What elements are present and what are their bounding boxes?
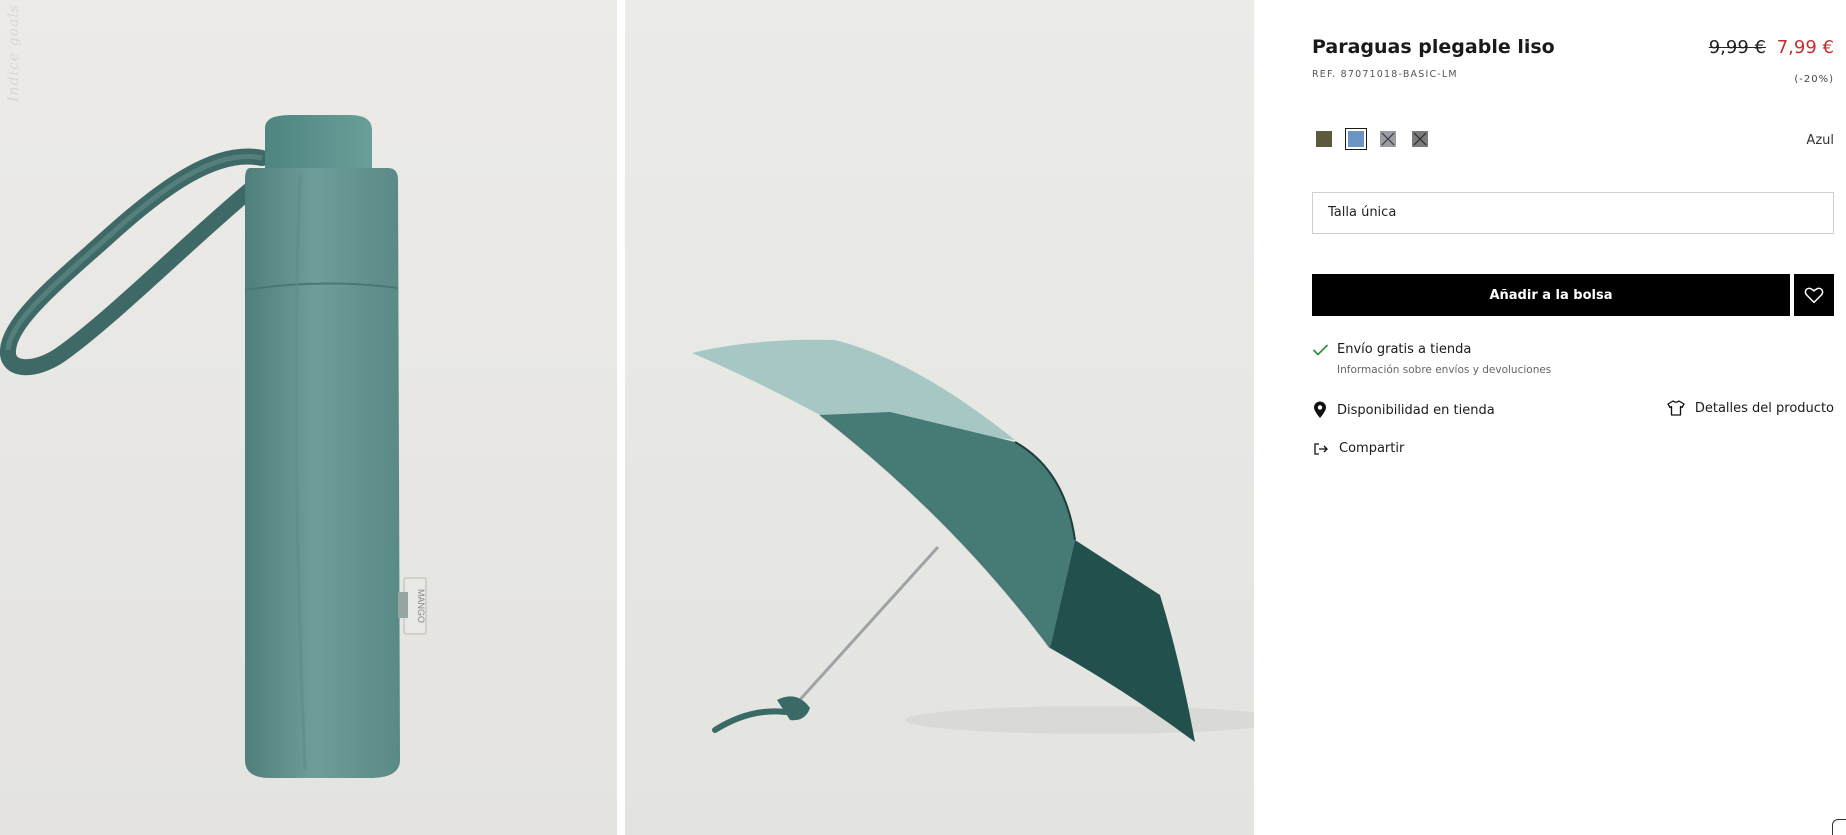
color-swatches [1313, 128, 1431, 150]
color-swatch-darkgrey-unavailable[interactable] [1409, 128, 1431, 150]
check-icon [1312, 343, 1329, 356]
product-details-label: Detalles del producto [1694, 400, 1834, 416]
product-reference: REF. 87071018-BASIC-LM [1312, 69, 1458, 80]
unavailable-cross-icon [1413, 132, 1427, 146]
product-details-link[interactable]: Detalles del producto [1667, 400, 1834, 416]
store-availability-link[interactable]: Disponibilidad en tienda [1313, 401, 1495, 419]
color-swatch-blue[interactable] [1345, 128, 1367, 150]
original-price: 9,99 € [1708, 37, 1766, 58]
store-availability-label: Disponibilidad en tienda [1337, 402, 1495, 418]
shipping-returns-link[interactable]: Información sobre envíos y devoluciones [1337, 364, 1551, 376]
share-icon [1314, 442, 1328, 455]
color-swatch-olive[interactable] [1313, 128, 1335, 150]
free-shipping-text: Envío gratis a tienda [1337, 342, 1472, 357]
wishlist-button[interactable] [1794, 274, 1834, 316]
sale-price: 7,99 € [1776, 37, 1834, 58]
open-umbrella-illustration [692, 339, 1254, 742]
chat-widget-icon[interactable] [1832, 819, 1846, 835]
share-label: Compartir [1339, 441, 1405, 456]
color-swatch-grey-unavailable[interactable] [1377, 128, 1399, 150]
selected-color-name: Azul [1806, 133, 1834, 148]
heart-icon [1804, 287, 1824, 304]
share-link[interactable]: Compartir [1313, 441, 1404, 456]
image-tag-text: MANGO [416, 589, 426, 623]
product-image-folded[interactable]: Indice goals MANGO [0, 0, 617, 835]
product-image-open[interactable] [625, 0, 1254, 835]
product-title: Paraguas plegable liso [1312, 36, 1555, 58]
discount-badge: (-20%) [1794, 74, 1834, 85]
product-info-panel: Paraguas plegable liso REF. 87071018-BAS… [1312, 0, 1834, 835]
folded-umbrella-illustration: MANGO [0, 115, 427, 778]
size-selector[interactable]: Talla única [1312, 192, 1834, 234]
location-pin-icon [1314, 401, 1326, 418]
add-to-bag-button[interactable]: Añadir a la bolsa [1312, 274, 1790, 316]
shipping-info: Envío gratis a tienda [1312, 342, 1471, 357]
tshirt-icon [1667, 400, 1685, 416]
unavailable-cross-icon [1381, 132, 1395, 146]
